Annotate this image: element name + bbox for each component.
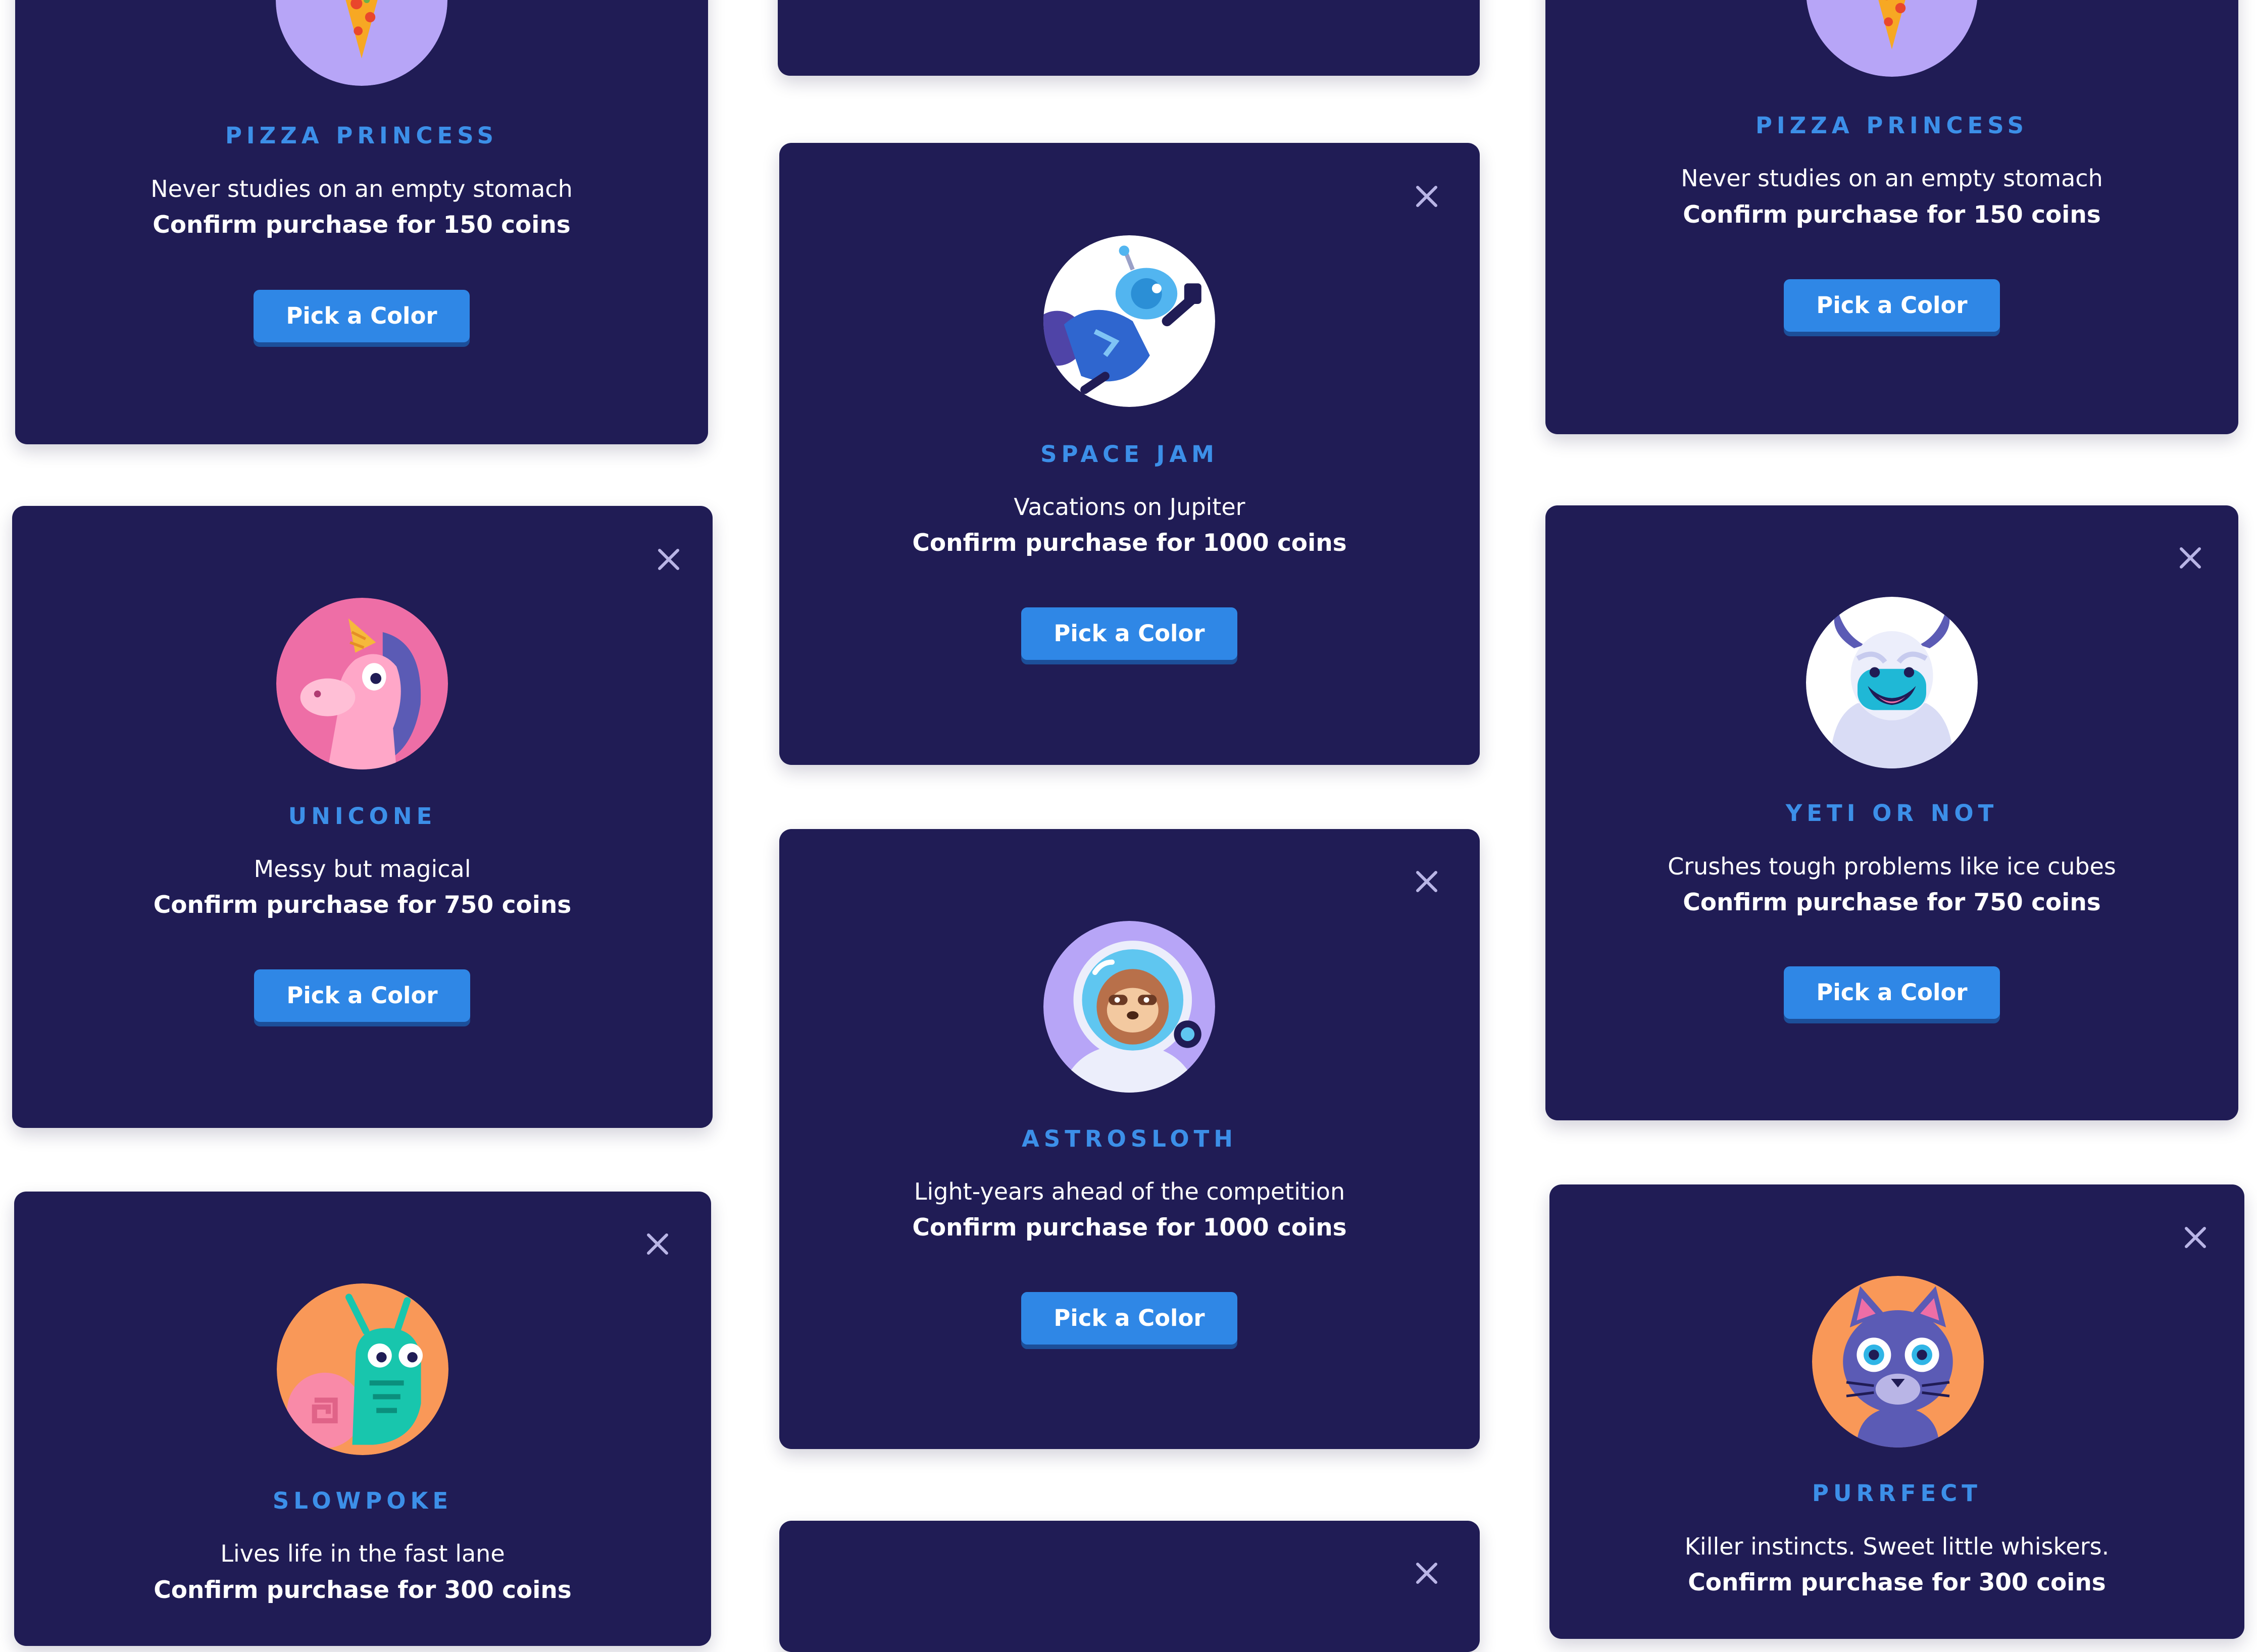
avatar-purchase-card: PIZZA PRINCESS Never studies on an empty… (15, 0, 708, 444)
character-tagline: Never studies on an empty stomach (15, 175, 708, 202)
avatar-purchase-card: SPACE JAM Vacations on Jupiter Confirm p… (779, 143, 1480, 765)
pizza-princess-icon (276, 0, 447, 86)
astro-sloth-icon (1043, 921, 1215, 1093)
character-name: PIZZA PRINCESS (15, 122, 708, 149)
avatar-purchase-card: SLOWPOKE Lives life in the fast lane Con… (14, 1192, 711, 1646)
close-icon[interactable] (2179, 1221, 2212, 1254)
character-name: PIZZA PRINCESS (1545, 112, 2238, 139)
character-tagline: Light-years ahead of the competition (779, 1178, 1480, 1205)
character-tagline: Never studies on an empty stomach (1545, 165, 2238, 192)
avatar-purchase-card: PURRFECT Killer instincts. Sweet little … (1549, 1184, 2244, 1639)
character-name: SPACE JAM (779, 441, 1480, 468)
pick-a-color-button[interactable]: Pick a Color (1021, 1292, 1237, 1345)
avatar-purchase-card: ASTROSLOTH Light-years ahead of the comp… (779, 829, 1480, 1449)
pick-a-color-button[interactable]: Pick a Color (1021, 607, 1237, 660)
close-icon[interactable] (1411, 1557, 1443, 1589)
pick-a-color-button[interactable]: Pick a Color (1784, 966, 2000, 1019)
purchase-confirmation-text: Confirm purchase for 1000 coins (779, 1214, 1480, 1242)
avatar-purchase-card (778, 0, 1480, 76)
purchase-confirmation-text: Confirm purchase for 750 coins (1545, 889, 2238, 916)
character-name: YETI OR NOT (1545, 800, 2238, 827)
pizza-princess-icon (1806, 0, 1978, 77)
avatar-purchase-card (779, 1521, 1480, 1652)
avatar-purchase-card: PIZZA PRINCESS Never studies on an empty… (1545, 0, 2238, 434)
character-name: UNICONE (12, 803, 713, 830)
close-icon[interactable] (1411, 180, 1443, 213)
close-icon[interactable] (641, 1228, 674, 1260)
purchase-confirmation-text: Confirm purchase for 150 coins (15, 211, 708, 239)
purchase-confirmation-text: Confirm purchase for 150 coins (1545, 201, 2238, 229)
character-tagline: Vacations on Jupiter (779, 493, 1480, 521)
yeti-icon (1806, 597, 1978, 768)
cat-icon (1812, 1276, 1984, 1448)
astronaut-robot-icon (1043, 235, 1215, 407)
close-icon[interactable] (653, 543, 685, 576)
purchase-confirmation-text: Confirm purchase for 1000 coins (779, 529, 1480, 557)
character-tagline: Lives life in the fast lane (14, 1540, 711, 1567)
character-tagline: Crushes tough problems like ice cubes (1545, 853, 2238, 880)
purchase-confirmation-text: Confirm purchase for 300 coins (1549, 1569, 2244, 1596)
avatar-purchase-card: UNICONE Messy but magical Confirm purcha… (12, 506, 713, 1128)
snail-icon (277, 1283, 448, 1455)
purchase-confirmation-text: Confirm purchase for 300 coins (14, 1576, 711, 1604)
purchase-confirmation-text: Confirm purchase for 750 coins (12, 891, 713, 919)
character-tagline: Killer instincts. Sweet little whiskers. (1549, 1533, 2244, 1560)
pick-a-color-button[interactable]: Pick a Color (1784, 279, 2000, 332)
close-icon[interactable] (1411, 865, 1443, 898)
unicorn-icon (276, 598, 448, 769)
close-icon[interactable] (2174, 542, 2206, 574)
character-name: SLOWPOKE (14, 1487, 711, 1514)
pick-a-color-button[interactable]: Pick a Color (254, 969, 470, 1022)
character-name: PURRFECT (1549, 1480, 2244, 1507)
character-name: ASTROSLOTH (779, 1125, 1480, 1152)
pick-a-color-button[interactable]: Pick a Color (254, 290, 470, 342)
avatar-purchase-card: YETI OR NOT Crushes tough problems like … (1545, 505, 2238, 1120)
character-tagline: Messy but magical (12, 855, 713, 883)
